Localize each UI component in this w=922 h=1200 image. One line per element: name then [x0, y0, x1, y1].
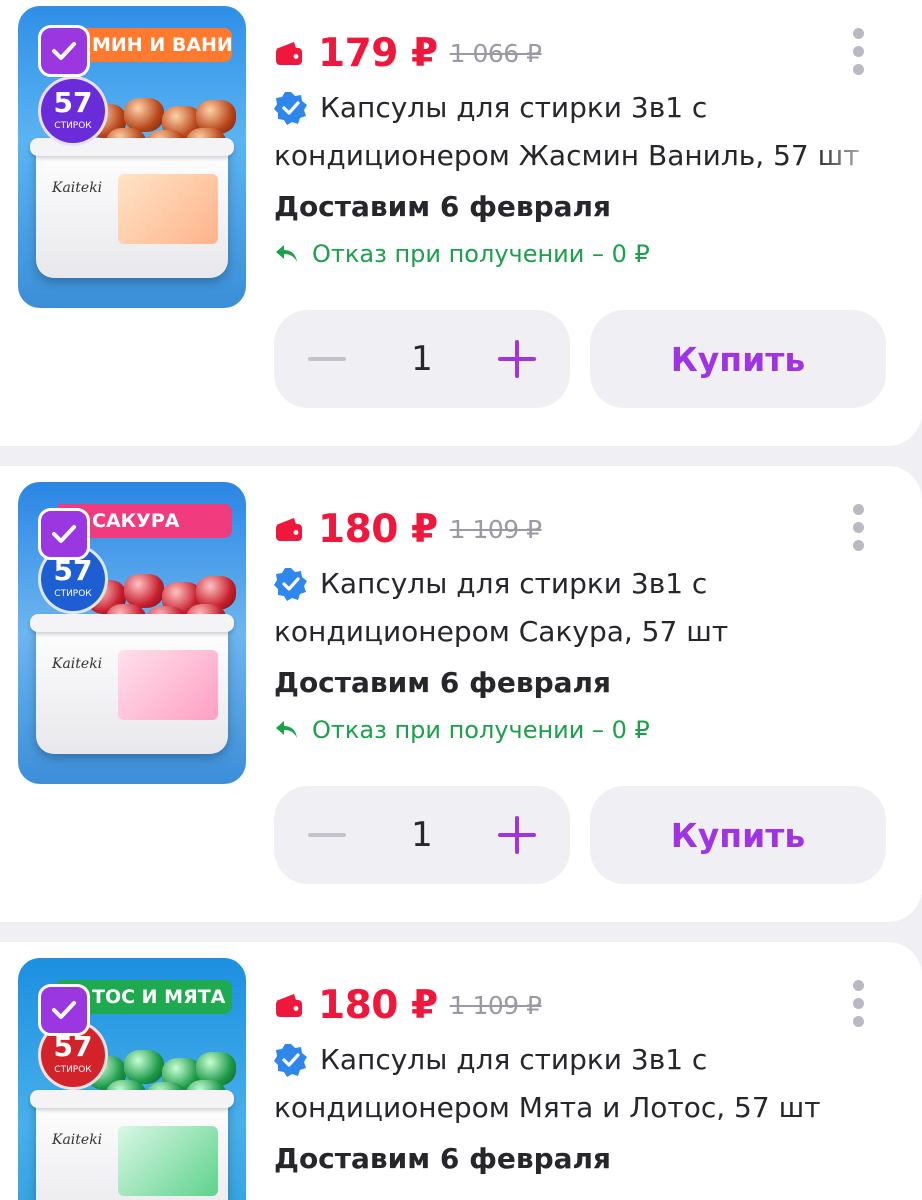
- price-row: 179 ₽ 1 066 ₽: [274, 28, 542, 78]
- wallet-icon: [274, 992, 304, 1018]
- product-title-line1: Капсулы для стирки 3в1 с: [320, 1043, 708, 1076]
- wallet-icon: [274, 516, 304, 542]
- verified-badge-icon: [274, 567, 308, 601]
- select-checkbox[interactable]: [38, 508, 90, 560]
- more-vertical-icon[interactable]: [850, 980, 866, 1036]
- delivery-date: Доставим 6 февраля: [274, 1142, 612, 1175]
- product-package: Kaiteki: [30, 1090, 234, 1200]
- product-title-line1: Капсулы для стирки 3в1 с: [320, 91, 708, 124]
- select-checkbox[interactable]: [38, 984, 90, 1036]
- old-price: 1 109 ₽: [449, 990, 542, 1020]
- refund-text: Отказ при получении – 0 ₽: [312, 716, 650, 744]
- product-card[interactable]: МИН И ВАНИЛЬ Kaiteki 57 СТИРОК 179 ₽: [0, 0, 922, 446]
- refund-info: Отказ при получении – 0 ₽: [274, 716, 650, 744]
- current-price: 179 ₽: [318, 30, 438, 76]
- old-price: 1 109 ₽: [449, 514, 542, 544]
- product-title-line2: кондиционером Сакура, 57 шт: [274, 615, 729, 648]
- product-card[interactable]: САКУРА Kaiteki 57 СТИРОК 180 ₽ 1 109 ₽ К…: [0, 466, 922, 922]
- select-checkbox[interactable]: [38, 25, 90, 77]
- delivery-date: Доставим 6 февраля: [274, 666, 612, 699]
- buy-button[interactable]: Купить: [590, 310, 886, 408]
- plus-icon[interactable]: [498, 816, 536, 854]
- plus-icon[interactable]: [498, 340, 536, 378]
- wallet-icon: [274, 40, 304, 66]
- more-vertical-icon[interactable]: [850, 28, 866, 84]
- current-price: 180 ₽: [318, 506, 438, 552]
- product-title[interactable]: Капсулы для стирки 3в1 с кондиционером М…: [274, 1036, 888, 1132]
- product-title-line1: Капсулы для стирки 3в1 с: [320, 567, 708, 600]
- return-arrow-icon: [274, 243, 300, 265]
- verified-badge-icon: [274, 91, 308, 125]
- brand-label: Kaiteki: [52, 656, 103, 672]
- more-vertical-icon[interactable]: [850, 504, 866, 560]
- washes-count-badge: 57 СТИРОК: [38, 76, 108, 146]
- brand-label: Kaiteki: [52, 180, 103, 196]
- verified-badge-icon: [274, 1043, 308, 1077]
- quantity-stepper: 1: [274, 310, 570, 408]
- product-title[interactable]: Капсулы для стирки 3в1 с кондиционером Ж…: [274, 84, 888, 180]
- refund-info: Отказ при получении – 0 ₽: [274, 240, 650, 268]
- delivery-date: Доставим 6 февраля: [274, 190, 612, 223]
- product-package: Kaiteki: [30, 614, 234, 754]
- product-title-line2: кондиционером Жасмин Ваниль, 57 шт: [274, 139, 860, 172]
- quantity-stepper: 1: [274, 786, 570, 884]
- current-price: 180 ₽: [318, 982, 438, 1028]
- product-package: Kaiteki: [30, 138, 234, 278]
- return-arrow-icon: [274, 719, 300, 741]
- product-title-line2: кондиционером Мята и Лотос, 57 шт: [274, 1091, 821, 1124]
- refund-text: Отказ при получении – 0 ₽: [312, 240, 650, 268]
- product-title[interactable]: Капсулы для стирки 3в1 с кондиционером С…: [274, 560, 888, 656]
- brand-label: Kaiteki: [52, 1132, 103, 1148]
- price-row: 180 ₽ 1 109 ₽: [274, 980, 542, 1030]
- buy-button[interactable]: Купить: [590, 786, 886, 884]
- price-row: 180 ₽ 1 109 ₽: [274, 504, 542, 554]
- product-card[interactable]: ТОС И МЯТА Kaiteki 57 СТИРОК 180 ₽ 1 109…: [0, 942, 922, 1200]
- old-price: 1 066 ₽: [449, 38, 542, 68]
